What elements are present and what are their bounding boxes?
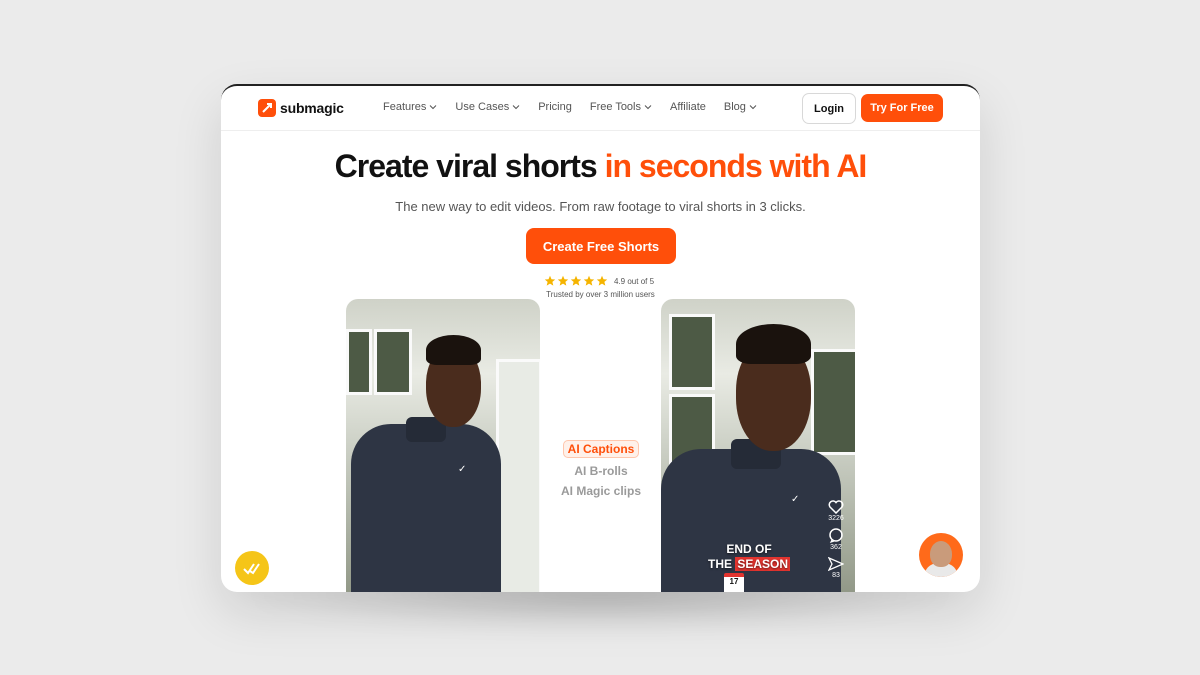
person-hair: [426, 335, 481, 365]
like-action[interactable]: 3226: [828, 500, 844, 522]
nav-item-label: Free Tools: [589, 101, 641, 113]
trust-text: Trusted by over 3 million users: [546, 290, 655, 299]
try-for-free-button[interactable]: Try For Free: [861, 94, 943, 122]
caption-line-2: THE SEASON: [708, 557, 791, 572]
browser-frame: submagic Features Use Cases Pricing Free…: [221, 84, 980, 592]
brand-name: submagic: [280, 100, 344, 116]
nav-item-pricing[interactable]: Pricing: [538, 101, 572, 113]
hero-subtitle: The new way to edit videos. From raw foo…: [395, 199, 806, 214]
hero-title-accent: in seconds with AI: [604, 148, 868, 184]
share-count: 83: [832, 572, 840, 579]
chevron-down-icon: [644, 105, 652, 110]
caption-line-1: END OF: [726, 542, 772, 556]
nav-item-label: Affiliate: [670, 101, 706, 113]
nav-item-free-tools[interactable]: Free Tools: [590, 101, 652, 113]
caption-prefix: THE: [708, 557, 736, 571]
like-count: 3226: [828, 515, 844, 522]
video-side-actions: 3226 362 83: [828, 500, 844, 579]
star-icon: [557, 275, 569, 286]
star-icon: [570, 275, 582, 286]
swoosh-logo: ✓: [791, 494, 800, 505]
top-nav: submagic Features Use Cases Pricing Free…: [221, 86, 980, 131]
calendar-emoji-icon: 17: [724, 573, 744, 592]
hero-title: Create viral shorts in seconds with AI: [221, 148, 980, 185]
door: [496, 359, 540, 592]
window: [811, 349, 855, 455]
nav-item-label: Features: [383, 101, 427, 113]
nav-item-affiliate[interactable]: Affiliate: [670, 101, 706, 113]
nav-item-label: Pricing: [538, 101, 572, 113]
person-body: [351, 424, 501, 592]
rating-text: 4.9 out of 5: [614, 276, 655, 286]
caption-highlight: SEASON: [735, 557, 791, 571]
comment-action[interactable]: 362: [828, 528, 844, 551]
feature-ai-captions[interactable]: AI Captions: [562, 440, 640, 458]
nav-item-blog[interactable]: Blog: [724, 101, 757, 113]
swoosh-logo: ✓: [458, 464, 467, 475]
share-action[interactable]: 83: [828, 557, 844, 579]
brand-logo[interactable]: submagic: [258, 99, 344, 117]
feature-list: AI Captions AI B-rolls AI Magic clips: [551, 440, 651, 504]
chevron-down-icon: [512, 105, 520, 110]
create-free-shorts-button[interactable]: Create Free Shorts: [526, 228, 676, 264]
avatar-face: [930, 541, 952, 567]
star-icon: [596, 275, 608, 286]
video-before[interactable]: ✓: [346, 299, 540, 592]
checkmark-badge-icon[interactable]: [235, 551, 269, 585]
star-rating: [544, 275, 608, 287]
nav-menu: Features Use Cases Pricing Free Tools Af…: [383, 101, 757, 113]
nav-item-label: Blog: [723, 101, 746, 113]
comment-icon: [829, 528, 843, 543]
person-hair: [736, 324, 811, 364]
comment-count: 362: [830, 544, 842, 551]
hero-title-main: Create viral shorts: [334, 148, 605, 184]
login-button[interactable]: Login: [802, 93, 856, 124]
nav-item-features[interactable]: Features: [383, 101, 437, 113]
feature-ai-magic-clips[interactable]: AI Magic clips: [551, 484, 651, 498]
chevron-down-icon: [430, 105, 437, 110]
support-avatar[interactable]: [919, 533, 963, 577]
window: [374, 329, 412, 395]
window: [346, 329, 372, 395]
video-caption: END OF THE SEASON: [708, 542, 791, 572]
nav-item-label: Use Cases: [455, 101, 510, 113]
star-icon: [583, 275, 595, 286]
chevron-down-icon: [749, 105, 757, 110]
send-icon: [828, 557, 844, 571]
nav-item-use-cases[interactable]: Use Cases: [455, 101, 520, 113]
heart-icon: [828, 500, 844, 514]
feature-ai-brolls[interactable]: AI B-rolls: [551, 464, 651, 478]
star-icon: [544, 275, 556, 286]
rating-row: 4.9 out of 5: [544, 275, 654, 287]
logo-mark-icon: [258, 99, 276, 117]
window: [669, 314, 715, 390]
